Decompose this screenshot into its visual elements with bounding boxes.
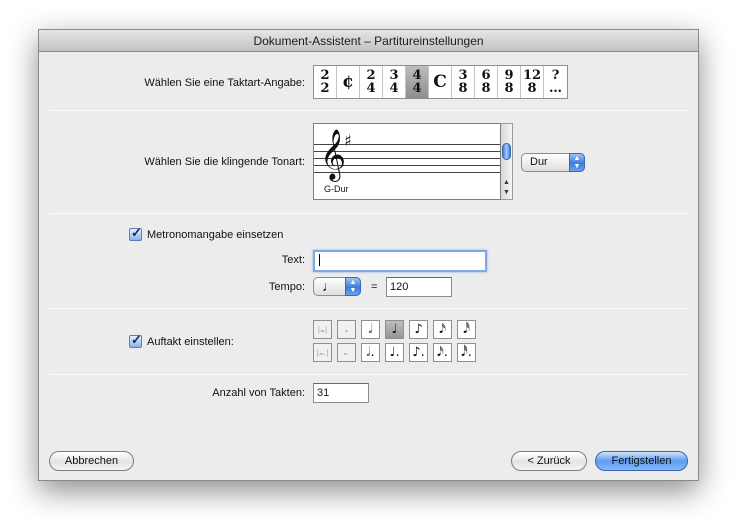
- quarter-note-icon: ♩: [322, 278, 336, 294]
- time-signature-option[interactable]: 44: [406, 66, 429, 98]
- arrow-down-icon[interactable]: ▼: [503, 189, 510, 197]
- time-signature-option[interactable]: 98: [498, 66, 521, 98]
- back-button[interactable]: < Zurück: [511, 451, 587, 471]
- text-caret: [319, 254, 320, 267]
- separator: [49, 110, 688, 111]
- time-signature-denominator: 4: [412, 81, 422, 96]
- key-name: G-Dur: [324, 184, 349, 194]
- time-signature-denominator: 4: [389, 81, 399, 96]
- time-signature-denominator: 8: [527, 81, 537, 96]
- text-label: Text:: [281, 254, 305, 266]
- pickup-note-grid: |𝅜| 𝅝 𝅗𝅥 ♩ ♪ 𝅘𝅥𝅯 𝅘𝅥𝅰 |𝅜.| 𝅝. 𝅗𝅥. ♩. ♪. 𝅘𝅥𝅯. 𝅘𝅥𝅰.: [313, 320, 476, 366]
- metronome-text-input[interactable]: [313, 250, 487, 272]
- pickup-note-button[interactable]: 𝅘𝅥𝅰: [457, 320, 476, 339]
- time-signature-symbol: ¢: [342, 71, 354, 92]
- sharp-icon: ♯: [344, 131, 352, 150]
- popup-arrows-icon: ▲ ▼: [569, 153, 585, 172]
- time-signature-label: Wählen Sie eine Taktart-Angabe:: [144, 77, 305, 89]
- metronome-checkbox[interactable]: [129, 225, 142, 241]
- separator: [49, 308, 688, 309]
- time-signature-denominator: 4: [366, 81, 376, 96]
- pickup-note-button[interactable]: ♩.: [385, 343, 404, 362]
- time-signature-option[interactable]: 22: [314, 66, 337, 98]
- time-signature-denominator: 8: [458, 81, 468, 96]
- measures-label: Anzahl von Takten:: [212, 387, 305, 399]
- pickup-note-button[interactable]: 𝅗𝅥.: [361, 343, 380, 362]
- pickup-note-button[interactable]: 𝅝.: [337, 343, 356, 362]
- time-signature-selector: 2 2 ¢ 2 4 3 4 4 4 C 3 8 6 8 9 8 12 8?…: [313, 65, 568, 99]
- pickup-note-button[interactable]: 𝅝: [337, 320, 356, 339]
- key-staff-view[interactable]: 𝄞 ♯ G-Dur: [313, 123, 501, 200]
- time-signature-option[interactable]: ¢: [337, 66, 360, 98]
- time-signature-option[interactable]: 24: [360, 66, 383, 98]
- time-signature-option[interactable]: ?…: [544, 66, 567, 98]
- pickup-note-button[interactable]: 𝅘𝅥𝅯: [433, 320, 452, 339]
- measures-input[interactable]: 31: [313, 383, 369, 403]
- scroll-thumb[interactable]: [502, 143, 511, 160]
- pickup-note-button[interactable]: 𝅘𝅥𝅰.: [457, 343, 476, 362]
- time-signature-denominator: 2: [320, 81, 330, 96]
- finish-button[interactable]: Fertigstellen: [595, 451, 688, 471]
- cancel-button[interactable]: Abbrechen: [49, 451, 134, 471]
- separator: [49, 213, 688, 214]
- pickup-note-button[interactable]: ♩: [385, 320, 404, 339]
- key-label: Wählen Sie die klingende Tonart:: [144, 156, 305, 168]
- mode-popup[interactable]: Dur ▲ ▼: [521, 153, 585, 172]
- pickup-note-button[interactable]: |𝅜.|: [313, 343, 332, 362]
- pickup-note-button[interactable]: ♪.: [409, 343, 428, 362]
- time-signature-denominator: 8: [481, 81, 491, 96]
- pickup-checkbox[interactable]: [129, 332, 142, 348]
- pickup-note-button[interactable]: 𝅘𝅥𝅯.: [433, 343, 452, 362]
- mode-value: Dur: [530, 156, 548, 168]
- wizard-window: Dokument-Assistent – Partitureinstellung…: [38, 29, 699, 481]
- pickup-note-button[interactable]: 𝅗𝅥: [361, 320, 380, 339]
- tempo-input[interactable]: 120: [386, 277, 452, 297]
- separator: [49, 374, 688, 375]
- treble-clef-icon: 𝄞: [320, 129, 347, 180]
- time-signature-denominator: 8: [504, 81, 514, 96]
- equals-sign: =: [371, 281, 378, 293]
- time-signature-option[interactable]: 12 8: [521, 66, 544, 98]
- pickup-label: Auftakt einstellen:: [147, 336, 234, 348]
- pickup-note-button[interactable]: |𝅜|: [313, 320, 332, 339]
- window-title: Dokument-Assistent – Partitureinstellung…: [39, 30, 698, 52]
- key-scrollbar[interactable]: ▲ ▼: [501, 123, 513, 200]
- time-signature-denominator: …: [549, 81, 562, 96]
- pickup-note-button[interactable]: ♪: [409, 320, 428, 339]
- time-signature-option[interactable]: C: [429, 66, 452, 98]
- time-signature-option[interactable]: 38: [452, 66, 475, 98]
- time-signature-option[interactable]: 34: [383, 66, 406, 98]
- time-signature-symbol: C: [433, 71, 447, 92]
- popup-arrows-icon: ▲ ▼: [345, 277, 361, 296]
- arrow-up-icon[interactable]: ▲: [503, 179, 510, 187]
- time-signature-option[interactable]: 68: [475, 66, 498, 98]
- metronome-label: Metronomangabe einsetzen: [147, 229, 284, 241]
- tempo-note-popup[interactable]: ♩ ▲ ▼: [313, 277, 361, 296]
- tempo-label: Tempo:: [268, 281, 305, 293]
